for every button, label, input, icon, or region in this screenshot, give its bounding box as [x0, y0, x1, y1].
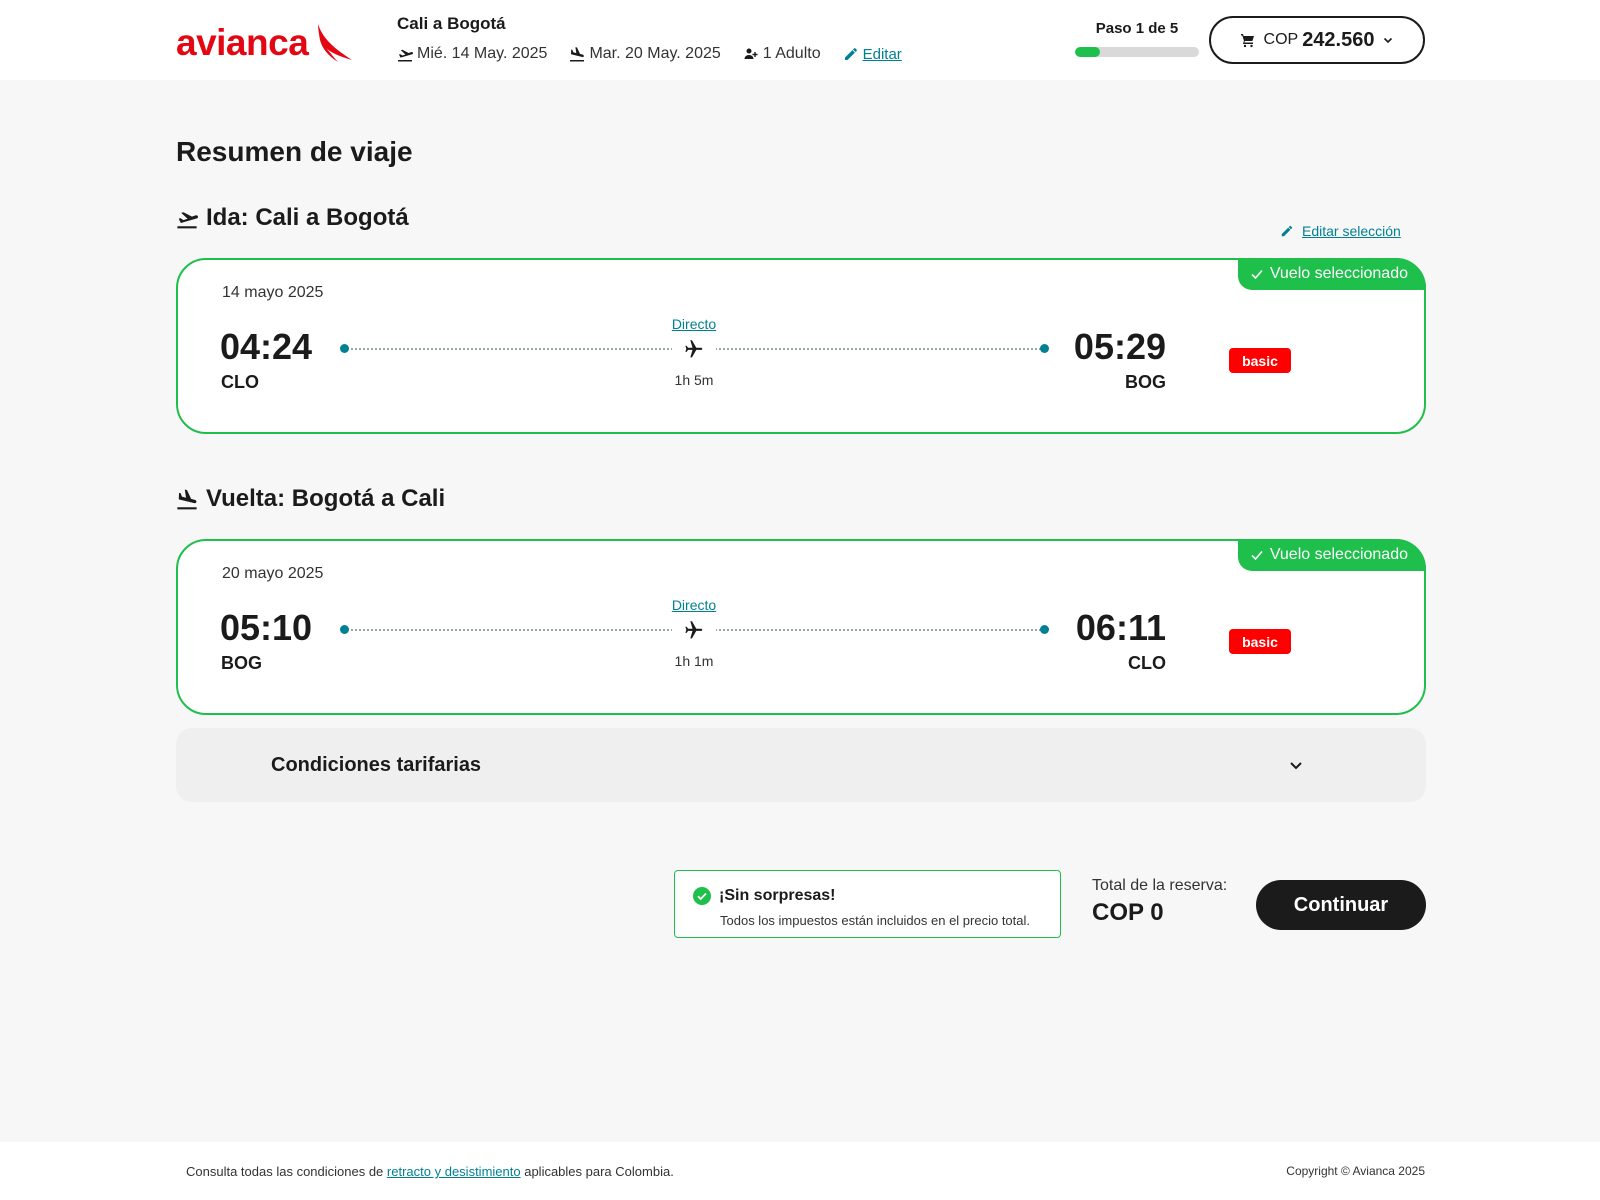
legal-notice: Consulta todas las condiciones de retrac… [186, 1164, 674, 1179]
booking-total: Total de la reserva: COP 0 [1092, 877, 1227, 927]
outbound-flight-card[interactable]: Vuelo seleccionado 14 mayo 2025 04:24 CL… [176, 258, 1426, 434]
check-icon [1251, 550, 1263, 561]
pencil-icon [1281, 225, 1293, 237]
inbound-flight-card[interactable]: Vuelo seleccionado 20 mayo 2025 05:10 BO… [176, 539, 1426, 715]
departure-time: 04:24 [220, 326, 313, 367]
passengers: 1 Adulto [743, 45, 821, 63]
trip-meta: Mié. 14 May. 2025 Mar. 20 May. 2025 1 Ad… [397, 44, 924, 63]
selected-badge: Vuelo seleccionado [1237, 258, 1426, 290]
fare-badge: basic [1229, 348, 1291, 373]
passengers-label: 1 Adulto [762, 44, 821, 62]
landing-icon [177, 489, 197, 510]
origin-dot [340, 344, 349, 353]
departure-airport: BOG [221, 653, 263, 673]
return-date: Mar. 20 May. 2025 [569, 44, 721, 63]
no-surprises-text: Todos los impuestos están incluidos en e… [720, 913, 1031, 928]
chevron-down-icon[interactable] [1288, 757, 1304, 773]
cart-icon [1240, 34, 1254, 48]
selected-badge-label: Vuelo seleccionado [1269, 546, 1408, 563]
inbound-title: Vuelta: Bogotá a Cali [206, 485, 446, 512]
copyright: Copyright © Avianca 2025 [1286, 1164, 1425, 1178]
edit-link[interactable]: Editar [863, 46, 902, 63]
step-progress-bar [1075, 47, 1199, 57]
step-indicator: Paso 1 de 5 [1075, 20, 1199, 57]
airplane-icon [685, 621, 703, 639]
fare-conditions-label: Condiciones tarifarias [271, 753, 482, 776]
flight-date: 14 mayo 2025 [222, 284, 324, 301]
check-icon [1251, 269, 1263, 280]
flight-duration: 1h 1m [674, 653, 714, 669]
plane-icon-wrap [672, 338, 716, 360]
departure-airport: CLO [221, 372, 259, 392]
avianca-logo[interactable]: avianca [176, 22, 354, 64]
stops-link[interactable]: Directo [644, 316, 744, 332]
stops-link[interactable]: Directo [644, 597, 744, 613]
takeoff-icon [177, 212, 198, 229]
no-surprises-title: ¡Sin sorpresas! [719, 887, 836, 904]
page-title: Resumen de viaje [176, 136, 413, 167]
landing-icon [570, 46, 585, 61]
fare-conditions-accordion[interactable]: Condiciones tarifarias [176, 728, 1426, 802]
chevron-down-icon [1384, 37, 1393, 44]
fare-badge: basic [1229, 629, 1291, 654]
arrival-airport: CLO [1128, 653, 1166, 673]
arrival-airport: BOG [1124, 372, 1166, 392]
outbound-section-title: Ida: Cali a Bogotá [176, 204, 409, 232]
bird-logo-icon [318, 24, 353, 62]
total-value: COP 0 [1092, 899, 1164, 926]
plane-icon-wrap [672, 619, 716, 641]
takeoff-icon [398, 49, 413, 61]
selected-badge-label: Vuelo seleccionado [1269, 265, 1408, 282]
pencil-icon [844, 47, 857, 60]
selected-badge: Vuelo seleccionado [1237, 539, 1426, 571]
step-progress-fill [1075, 47, 1100, 57]
arrival-time: 06:11 [1075, 607, 1166, 648]
destination-dot [1040, 625, 1049, 634]
departure-date: Mié. 14 May. 2025 [397, 45, 547, 63]
edit-selection-label[interactable]: Editar selección [1302, 223, 1401, 239]
no-surprises-notice: ¡Sin sorpresas! Todos los impuestos está… [674, 870, 1061, 938]
inbound-section-title: Vuelta: Bogotá a Cali [176, 485, 445, 513]
cart-currency: COP [1263, 31, 1299, 48]
total-label: Total de la reserva: [1092, 877, 1228, 894]
withdrawal-link[interactable]: retracto y desistimiento [387, 1164, 521, 1179]
legal-prefix: Consulta todas las condiciones de [186, 1164, 384, 1179]
edit-selection-link[interactable]: Editar selección [1280, 223, 1401, 239]
cart-amount: 242.560 [1302, 28, 1375, 51]
footer: Consulta todas las condiciones de retrac… [0, 1142, 1600, 1200]
departure-date-label: Mié. 14 May. 2025 [417, 44, 548, 62]
return-date-label: Mar. 20 May. 2025 [589, 44, 721, 62]
departure-time: 05:10 [220, 607, 313, 648]
passenger-icon [744, 48, 758, 59]
destination-dot [1040, 344, 1049, 353]
continue-button[interactable]: Continuar [1256, 880, 1426, 930]
check-circle-icon [693, 887, 711, 905]
cart-button[interactable]: COP 242.560 [1209, 16, 1425, 64]
arrival-time: 05:29 [1073, 326, 1166, 367]
trip-info: Cali a Bogotá Mié. 14 May. 2025 Mar. 20 … [397, 14, 924, 63]
legal-suffix: aplicables para Colombia. [524, 1164, 674, 1179]
outbound-title: Ida: Cali a Bogotá [206, 204, 409, 231]
edit-search[interactable]: Editar [843, 44, 902, 63]
logo-text: avianca [176, 22, 309, 63]
step-label: Paso 1 de 5 [1095, 20, 1179, 37]
trip-route: Cali a Bogotá [397, 14, 506, 33]
origin-dot [340, 625, 349, 634]
flight-date: 20 mayo 2025 [222, 565, 324, 582]
airplane-icon [685, 340, 703, 358]
header: avianca Cali a Bogotá Mié. 14 May. 2025 … [0, 0, 1600, 80]
flight-duration: 1h 5m [674, 372, 714, 388]
